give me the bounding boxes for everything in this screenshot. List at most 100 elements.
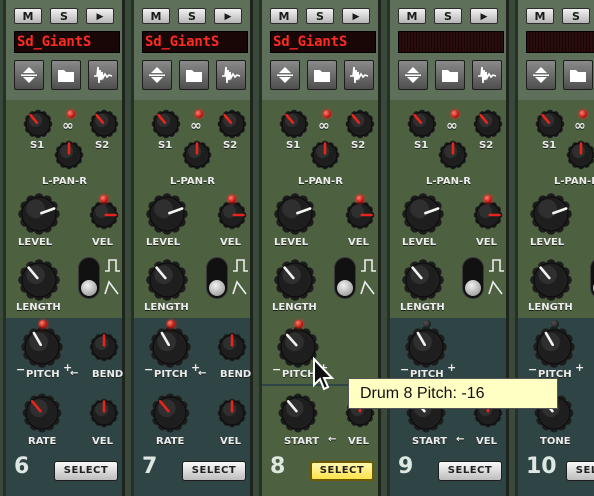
- pan-knob[interactable]: [181, 139, 213, 171]
- level-knob[interactable]: [402, 193, 444, 235]
- s1-label: S1: [542, 140, 557, 151]
- edit-button[interactable]: [270, 60, 300, 90]
- link-icon: ∞: [190, 118, 202, 134]
- browse-button[interactable]: [307, 60, 337, 90]
- s2-knob[interactable]: [472, 108, 504, 140]
- rate-knob[interactable]: [22, 393, 62, 433]
- sample-button[interactable]: [216, 60, 246, 90]
- length-label: LENGTH: [16, 302, 61, 313]
- vel-knob[interactable]: [88, 199, 120, 231]
- level-knob[interactable]: [146, 193, 188, 235]
- s1-knob[interactable]: [278, 108, 310, 140]
- mute-button[interactable]: M: [142, 8, 170, 24]
- solo-button[interactable]: S: [434, 8, 462, 24]
- s2-knob[interactable]: [216, 108, 248, 140]
- patch-name: Sd_GiantS: [273, 34, 348, 50]
- s2-label: S2: [351, 140, 366, 151]
- vel-knob[interactable]: [344, 199, 376, 231]
- patch-name-display[interactable]: [526, 31, 594, 53]
- length-knob[interactable]: [402, 259, 444, 301]
- select-button[interactable]: SELECT: [438, 461, 502, 481]
- play-button[interactable]: ▶: [342, 8, 370, 24]
- decay-mode-switch[interactable]: [206, 257, 228, 299]
- length-knob[interactable]: [146, 259, 188, 301]
- s2-knob[interactable]: [88, 108, 120, 140]
- patch-name-display[interactable]: Sd_GiantS: [14, 31, 120, 53]
- solo-button[interactable]: S: [306, 8, 334, 24]
- link-led: [579, 110, 587, 118]
- s1-knob[interactable]: [406, 108, 438, 140]
- pitch-led: [551, 320, 559, 328]
- patch-name-display[interactable]: Sd_GiantS: [142, 31, 248, 53]
- play-button[interactable]: ▶: [86, 8, 114, 24]
- length-knob[interactable]: [18, 259, 60, 301]
- length-knob[interactable]: [274, 259, 316, 301]
- play-button[interactable]: ▶: [470, 8, 498, 24]
- mute-button[interactable]: M: [398, 8, 426, 24]
- solo-button[interactable]: S: [50, 8, 78, 24]
- s1-knob[interactable]: [150, 108, 182, 140]
- mute-button[interactable]: M: [270, 8, 298, 24]
- bottom-vel-knob[interactable]: [88, 397, 120, 429]
- edit-button[interactable]: [526, 60, 556, 90]
- drum-channel: M S ▶ Sd_GiantS ∞ S1 S2 L-PAN-R LEVEL VEL LENGTH − +…: [259, 0, 381, 496]
- bend-knob[interactable]: [216, 331, 248, 363]
- decay-mode-switch[interactable]: [334, 257, 356, 299]
- pitch-knob[interactable]: [21, 326, 63, 368]
- mute-button[interactable]: M: [526, 8, 554, 24]
- pitch-plus-label: +: [447, 361, 457, 374]
- bottom-vel-label: VEL: [348, 436, 369, 447]
- mute-button[interactable]: M: [14, 8, 42, 24]
- select-button[interactable]: SELECT: [566, 461, 594, 481]
- sample-button[interactable]: [88, 60, 118, 90]
- select-button[interactable]: SELECT: [182, 461, 246, 481]
- s2-label: S2: [479, 140, 494, 151]
- waveform-icon: [350, 66, 369, 84]
- browse-button[interactable]: [179, 60, 209, 90]
- level-knob[interactable]: [274, 193, 316, 235]
- sample-button[interactable]: [472, 60, 502, 90]
- pan-knob[interactable]: [53, 139, 85, 171]
- vel-knob[interactable]: [216, 199, 248, 231]
- decay-mode-switch[interactable]: [78, 257, 100, 299]
- edit-button[interactable]: [398, 60, 428, 90]
- s1-knob[interactable]: [22, 108, 54, 140]
- edit-button[interactable]: [142, 60, 172, 90]
- bottom-vel-knob[interactable]: [216, 397, 248, 429]
- s2-label: S2: [223, 140, 238, 151]
- rate-knob[interactable]: [150, 393, 190, 433]
- browse-button[interactable]: [563, 60, 593, 90]
- decay-mode-switch[interactable]: [462, 257, 484, 299]
- pitch-knob[interactable]: [149, 326, 191, 368]
- pan-knob[interactable]: [309, 139, 341, 171]
- browse-button[interactable]: [435, 60, 465, 90]
- s1-knob[interactable]: [534, 108, 566, 140]
- sample-button[interactable]: [344, 60, 374, 90]
- browse-button[interactable]: [51, 60, 81, 90]
- pan-knob[interactable]: [565, 139, 594, 171]
- bend-knob[interactable]: [88, 331, 120, 363]
- solo-button[interactable]: S: [562, 8, 590, 24]
- pan-knob[interactable]: [437, 139, 469, 171]
- folder-icon: [314, 70, 330, 82]
- solo-button[interactable]: S: [178, 8, 206, 24]
- pitch-knob[interactable]: [405, 326, 447, 368]
- bend-arrow: ←: [198, 368, 207, 379]
- select-button[interactable]: SELECT: [54, 461, 118, 481]
- start-knob[interactable]: [278, 393, 318, 433]
- pitch-knob[interactable]: [533, 326, 575, 368]
- select-button[interactable]: SELECT: [310, 461, 374, 481]
- decay-mode-switch[interactable]: [590, 257, 594, 299]
- level-knob[interactable]: [530, 193, 572, 235]
- s2-knob[interactable]: [344, 108, 376, 140]
- bottom-arrow: ←: [328, 434, 337, 445]
- patch-name-display[interactable]: Sd_GiantS: [270, 31, 376, 53]
- length-knob[interactable]: [530, 259, 572, 301]
- envelope-mode-icon: [360, 259, 376, 295]
- play-button[interactable]: ▶: [214, 8, 242, 24]
- patch-name-display[interactable]: [398, 31, 504, 53]
- vel-knob[interactable]: [472, 199, 504, 231]
- level-knob[interactable]: [18, 193, 60, 235]
- edit-button[interactable]: [14, 60, 44, 90]
- pitch-led: [39, 320, 47, 328]
